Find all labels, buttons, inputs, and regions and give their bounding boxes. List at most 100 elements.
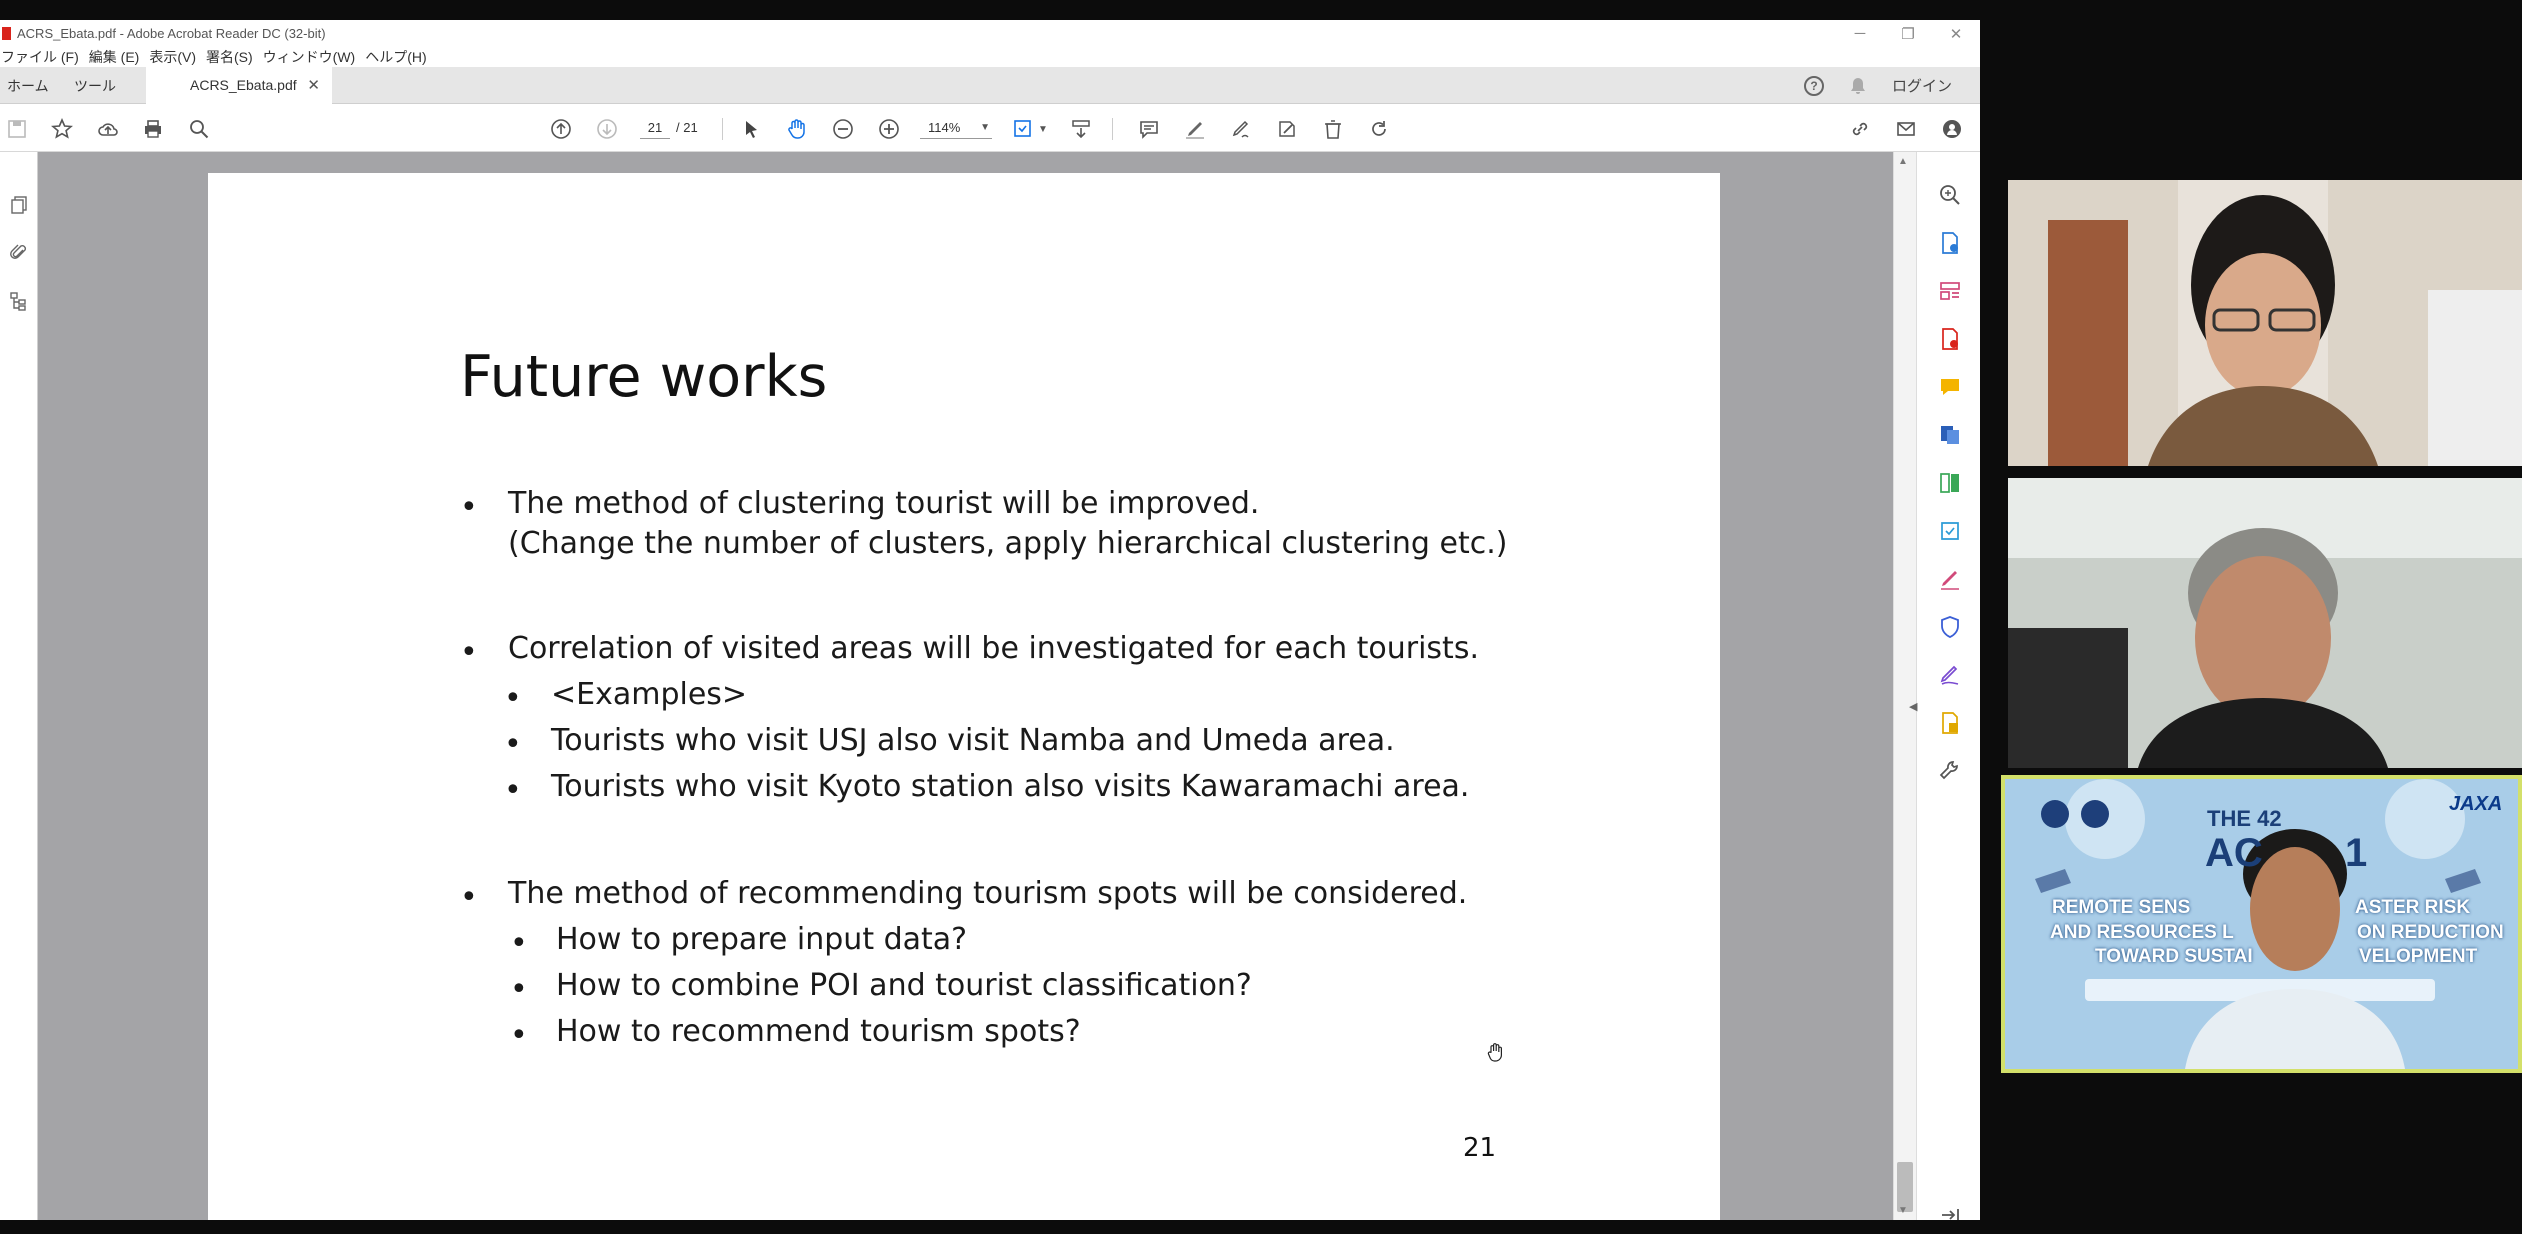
tab-home[interactable]: ホーム — [7, 67, 49, 104]
tab-bar: ホーム ツール ACRS_Ebata.pdf ✕ ? ログイン — [0, 67, 1980, 104]
bullet: • — [504, 681, 522, 716]
banner-line-2-end: ON REDUCTION — [2357, 922, 2504, 943]
pdf-page: Future works • The method of clustering … — [208, 173, 1720, 1220]
save-icon[interactable] — [4, 116, 30, 142]
minimize-button[interactable]: ─ — [1836, 20, 1884, 47]
page-thumbnails-icon[interactable] — [6, 192, 32, 218]
slide-line: Tourists who visit USJ also visit Namba … — [551, 723, 1395, 758]
slide-title: Future works — [460, 344, 828, 410]
vertical-scrollbar[interactable]: ▲ ▼ — [1893, 152, 1916, 1220]
slide-line: <Examples> — [551, 677, 748, 712]
collapse-pane-icon[interactable]: ◀ — [1909, 700, 1917, 713]
bullet: • — [460, 635, 478, 670]
tab-document[interactable]: ACRS_Ebata.pdf ✕ — [146, 67, 332, 104]
fill-sign-icon[interactable] — [1274, 116, 1300, 142]
video-tile-presenter[interactable]: THE 42 AC 1 JAXA REMOTE SENS ASTER RISK … — [2001, 775, 2522, 1073]
next-page-icon[interactable] — [594, 116, 620, 142]
trash-icon[interactable] — [1320, 116, 1346, 142]
bullet: • — [510, 926, 528, 961]
expand-pane-icon[interactable] — [1937, 1202, 1963, 1220]
restore-button[interactable]: ❐ — [1884, 20, 1932, 47]
zoom-level-select[interactable]: 114% ▼ — [920, 117, 992, 139]
fill-and-sign-icon[interactable] — [1937, 566, 1963, 592]
zoom-level-value: 114% — [928, 120, 961, 135]
star-icon[interactable] — [49, 116, 75, 142]
toolbar: 21 / 21 114% ▼ ▼ — [0, 104, 1980, 152]
bullet: • — [504, 727, 522, 762]
organize-pages-icon[interactable] — [1937, 278, 1963, 304]
layers-icon[interactable] — [6, 288, 32, 314]
menu-help[interactable]: ヘルプ(H) — [365, 47, 426, 67]
menu-edit[interactable]: 編集 (E) — [89, 47, 140, 67]
fit-options-chevron-icon[interactable]: ▼ — [1036, 116, 1050, 142]
scan-ocr-icon[interactable] — [1937, 518, 1963, 544]
scroll-up-icon[interactable]: ▲ — [1898, 156, 1908, 167]
zoom-in-icon[interactable] — [876, 116, 902, 142]
zoom-search-icon[interactable] — [1937, 182, 1963, 208]
menu-view[interactable]: 表示(V) — [149, 47, 196, 67]
scroll-down-icon[interactable]: ▼ — [1898, 1205, 1908, 1216]
menu-window[interactable]: ウィンドウ(W) — [263, 47, 356, 67]
protect-shield-icon[interactable] — [1937, 614, 1963, 640]
compare-files-icon[interactable] — [1937, 470, 1963, 496]
menu-file[interactable]: ファイル (F) — [1, 47, 79, 67]
cloud-upload-icon[interactable] — [95, 116, 121, 142]
zoom-out-icon[interactable] — [830, 116, 856, 142]
more-tools-icon[interactable] — [1937, 758, 1963, 784]
participant-video-image — [2008, 180, 2522, 466]
video-tile-participant-1[interactable] — [2008, 180, 2522, 466]
share-link-icon[interactable] — [1847, 116, 1873, 142]
menu-sign[interactable]: 署名(S) — [206, 47, 253, 67]
fit-page-icon[interactable] — [1010, 116, 1036, 142]
sponsor-logo: JAXA — [2449, 793, 2503, 815]
slide-line: How to recommend tourism spots? — [556, 1014, 1081, 1049]
login-link[interactable]: ログイン — [1892, 75, 1952, 96]
slide-line: The method of recommending tourism spots… — [508, 876, 1468, 911]
bell-icon[interactable] — [1848, 76, 1868, 96]
certificates-icon[interactable] — [1937, 710, 1963, 736]
share-people-icon[interactable] — [1939, 116, 1965, 142]
screen: ACRS_Ebata.pdf - Adobe Acrobat Reader DC… — [0, 0, 2522, 1234]
search-icon[interactable] — [186, 116, 212, 142]
send-for-review-icon[interactable] — [1937, 422, 1963, 448]
rotate-icon[interactable] — [1366, 116, 1392, 142]
bullet: • — [460, 490, 478, 525]
document-viewer[interactable]: Future works • The method of clustering … — [38, 152, 1893, 1220]
highlight-pen-icon[interactable] — [1182, 116, 1208, 142]
comment-icon[interactable] — [1136, 116, 1162, 142]
video-tile-participant-2[interactable] — [2008, 478, 2522, 768]
scroll-mode-icon[interactable] — [1068, 116, 1094, 142]
bullet: • — [460, 880, 478, 915]
export-pdf-icon[interactable] — [1937, 326, 1963, 352]
banner-line-1: REMOTE SENS — [2052, 897, 2191, 918]
print-icon[interactable] — [140, 116, 166, 142]
previous-page-icon[interactable] — [548, 116, 574, 142]
banner-conference-name: AC — [2205, 831, 2263, 875]
left-navigation-pane — [0, 152, 38, 1220]
banner-conference-suffix: 1 — [2345, 831, 2368, 875]
slide-line: How to prepare input data? — [556, 922, 968, 957]
help-icon[interactable]: ? — [1803, 75, 1824, 96]
draw-signature-icon[interactable] — [1228, 116, 1254, 142]
banner-line-3: TOWARD SUSTAI — [2095, 946, 2253, 967]
tab-tools[interactable]: ツール — [74, 67, 116, 104]
acrobat-logo-icon — [2, 27, 11, 40]
right-tools-pane: ◀ — [1909, 152, 1980, 1220]
page-total: / 21 — [676, 120, 698, 135]
close-tab-icon[interactable]: ✕ — [307, 76, 320, 94]
select-cursor-icon[interactable] — [738, 116, 764, 142]
slide-page-number: 21 — [1463, 1133, 1497, 1163]
hand-cursor-icon — [1487, 1043, 1502, 1062]
comment-tool-icon[interactable] — [1937, 374, 1963, 400]
acrobat-window: ACRS_Ebata.pdf - Adobe Acrobat Reader DC… — [0, 20, 1980, 1220]
hand-tool-icon[interactable] — [784, 116, 810, 142]
email-icon[interactable] — [1893, 116, 1919, 142]
title-bar: ACRS_Ebata.pdf - Adobe Acrobat Reader DC… — [0, 20, 1980, 47]
close-window-button[interactable]: ✕ — [1932, 20, 1980, 47]
create-pdf-icon[interactable] — [1937, 230, 1963, 256]
request-signature-icon[interactable] — [1937, 662, 1963, 688]
tab-document-label: ACRS_Ebata.pdf — [190, 76, 297, 93]
page-number-input[interactable]: 21 — [640, 117, 670, 139]
window-title: ACRS_Ebata.pdf - Adobe Acrobat Reader DC… — [17, 26, 326, 41]
attachment-icon[interactable] — [6, 240, 32, 266]
